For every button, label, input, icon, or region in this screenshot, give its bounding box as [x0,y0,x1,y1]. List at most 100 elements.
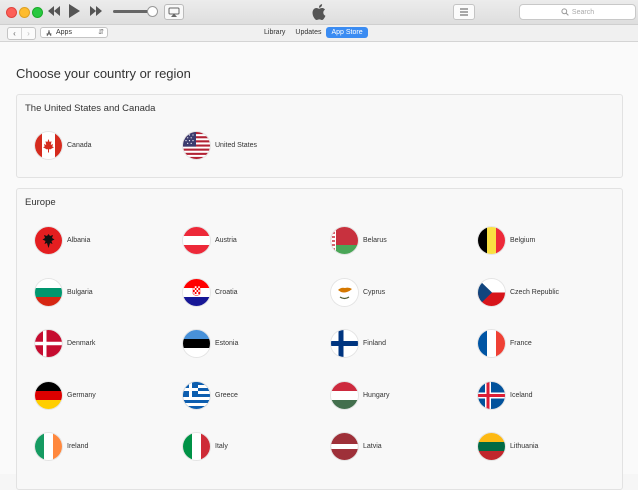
hungary-flag-icon [331,382,358,409]
country-name: Belarus [363,237,387,244]
search-icon [561,8,569,16]
zoom-window-button[interactable] [32,7,43,18]
cyprus-flag-icon [331,279,358,306]
back-button[interactable]: ‹ [8,28,21,39]
country-albania[interactable]: Albania [35,227,90,254]
country-germany[interactable]: Germany [35,382,96,409]
country-name: Estonia [215,340,239,347]
page-title: Choose your country or region [16,66,191,81]
ireland-flag-icon [35,433,62,460]
forward-button[interactable]: › [21,28,35,39]
country-name: Czech Republic [510,289,560,296]
country-czech-republic[interactable]: Czech Republic [478,279,559,306]
segmented-tabs: Library Updates App Store [259,27,368,38]
country-iceland[interactable]: Iceland [478,382,533,409]
country-estonia[interactable]: Estonia [183,330,238,357]
airplay-button[interactable] [164,4,184,20]
iceland-flag-icon [478,382,505,409]
czech-republic-flag-icon [478,279,505,306]
country-name: Cyprus [363,289,386,296]
country-austria[interactable]: Austria [183,227,237,254]
country-name: Lithuania [510,443,539,450]
denmark-flag-icon [35,330,62,357]
country-name: Iceland [510,392,533,399]
search-placeholder: Search [571,8,595,16]
tab-library[interactable]: Library [259,27,290,38]
country-name: Canada [67,142,92,149]
belarus-flag-icon [331,227,358,254]
close-window-button[interactable] [6,7,17,18]
volume-knob[interactable] [147,6,158,17]
country-belgium[interactable]: Belgium [478,227,535,254]
tab-app-store[interactable]: App Store [326,27,368,38]
country-hungary[interactable]: Hungary [331,382,389,409]
albania-flag-icon [35,227,62,254]
country-france[interactable]: France [478,330,532,357]
country-lithuania[interactable]: Lithuania [478,433,538,460]
country-greece[interactable]: Greece [183,382,238,409]
section-us-canada: The United States and Canada Canada Unit… [16,94,623,178]
country-name: Belgium [510,237,536,244]
country-bulgaria[interactable]: Bulgaria [35,279,93,306]
country-name: Latvia [363,443,382,450]
estonia-flag-icon [183,330,210,357]
latvia-flag-icon [331,433,358,460]
germany-flag-icon [35,382,62,409]
rewind-icon[interactable] [47,5,61,17]
belgium-flag-icon [478,227,505,254]
back-forward-buttons: ‹ › [7,27,36,40]
country-croatia[interactable]: Croatia [183,279,238,306]
greece-flag-icon [183,382,210,409]
section-europe: Europe Albania Austria Belarus Belgium B… [16,188,623,490]
country-name: Austria [215,237,237,244]
country-name: United States [215,142,258,149]
lithuania-flag-icon [478,433,505,460]
country-name: Albania [67,237,91,244]
country-name: Greece [215,392,238,399]
country-ireland[interactable]: Ireland [35,433,88,460]
tab-updates[interactable]: Updates [290,27,326,38]
chevron-updown-icon: ⇵ [98,29,104,36]
list-icon [460,8,468,16]
country-latvia[interactable]: Latvia [331,433,382,460]
country-name: Hungary [363,392,390,399]
country-denmark[interactable]: Denmark [35,330,95,357]
store-content: Choose your country or region The United… [0,42,638,490]
country-name: France [510,340,532,347]
italy-flag-icon [183,433,210,460]
media-kind-label: Apps [56,29,72,36]
country-name: Finland [363,340,386,347]
country-name: Bulgaria [67,289,93,296]
play-icon[interactable] [68,3,81,19]
list-view-button[interactable] [453,4,475,20]
united-states-flag-icon [183,132,210,159]
country-canada[interactable]: Canada [35,132,92,159]
country-italy[interactable]: Italy [183,433,228,460]
title-bar: Search [0,0,638,25]
airplay-icon [168,7,180,17]
navigation-bar: ‹ › Apps ⇵ Library Updates App Store [0,25,638,42]
country-name: Italy [215,443,228,450]
finland-flag-icon [331,330,358,357]
media-kind-select[interactable]: Apps ⇵ [40,27,108,38]
country-name: Denmark [67,340,96,347]
austria-flag-icon [183,227,210,254]
fast-forward-icon[interactable] [89,5,103,17]
country-name: Germany [67,392,96,399]
france-flag-icon [478,330,505,357]
country-name: Ireland [67,443,89,450]
apple-logo-icon [312,4,326,20]
section-title: Europe [25,197,56,208]
canada-flag-icon [35,132,62,159]
country-cyprus[interactable]: Cyprus [331,279,385,306]
country-finland[interactable]: Finland [331,330,386,357]
minimize-window-button[interactable] [19,7,30,18]
country-name: Croatia [215,289,238,296]
search-field[interactable]: Search [519,4,636,20]
bulgaria-flag-icon [35,279,62,306]
section-title: The United States and Canada [25,103,156,114]
app-store-icon [46,29,52,36]
country-belarus[interactable]: Belarus [331,227,387,254]
country-united-states[interactable]: United States [183,132,257,159]
croatia-flag-icon [183,279,210,306]
